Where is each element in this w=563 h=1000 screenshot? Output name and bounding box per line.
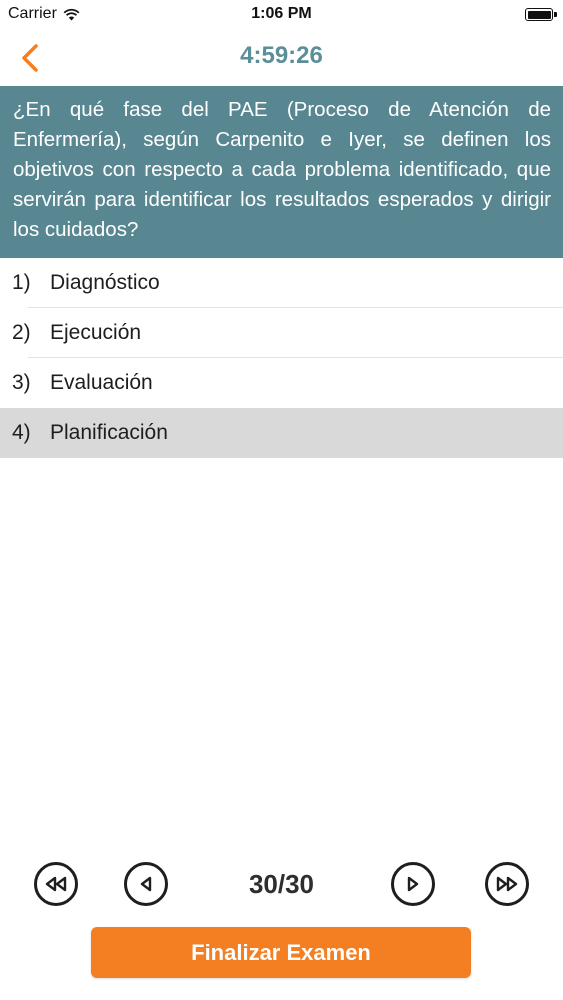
finish-exam-button[interactable]: Finalizar Examen [91, 927, 471, 978]
last-question-button[interactable] [485, 862, 529, 906]
answer-number: 1) [12, 271, 31, 294]
page-indicator: 30/30 [248, 869, 315, 899]
status-time: 1:06 PM [251, 5, 312, 22]
next-icon [407, 876, 419, 892]
pager: 30/30 [0, 861, 563, 911]
finish-exam-label: Finalizar Examen [191, 939, 371, 965]
answer-option-1[interactable]: 1) Diagnóstico [0, 258, 563, 308]
answer-option-3[interactable]: 3) Evaluación [0, 358, 563, 408]
answer-list: 1) Diagnóstico 2) Ejecución 3) Evaluació… [0, 258, 563, 458]
answer-number: 4) [12, 421, 31, 444]
answer-number: 3) [12, 371, 31, 394]
answer-label: Planificación [50, 421, 168, 444]
answer-label: Diagnóstico [50, 271, 160, 294]
exam-timer: 4:59:26 [240, 42, 323, 69]
answer-option-2[interactable]: 2) Ejecución [0, 308, 563, 358]
fast-forward-icon [496, 876, 518, 892]
answer-number: 2) [12, 321, 31, 344]
battery-cap [554, 12, 557, 17]
status-bar: Carrier 1:06 PM [0, 0, 563, 30]
answer-option-4[interactable]: 4) Planificación [0, 408, 563, 458]
answer-label: Evaluación [50, 371, 153, 394]
answer-label: Ejecución [50, 321, 142, 344]
nav-bar: 4:59:26 [0, 30, 563, 86]
next-question-button[interactable] [391, 862, 435, 906]
battery-icon [525, 8, 553, 21]
question-text: ¿En qué fase del PAE (Proceso de Atenció… [0, 86, 563, 258]
